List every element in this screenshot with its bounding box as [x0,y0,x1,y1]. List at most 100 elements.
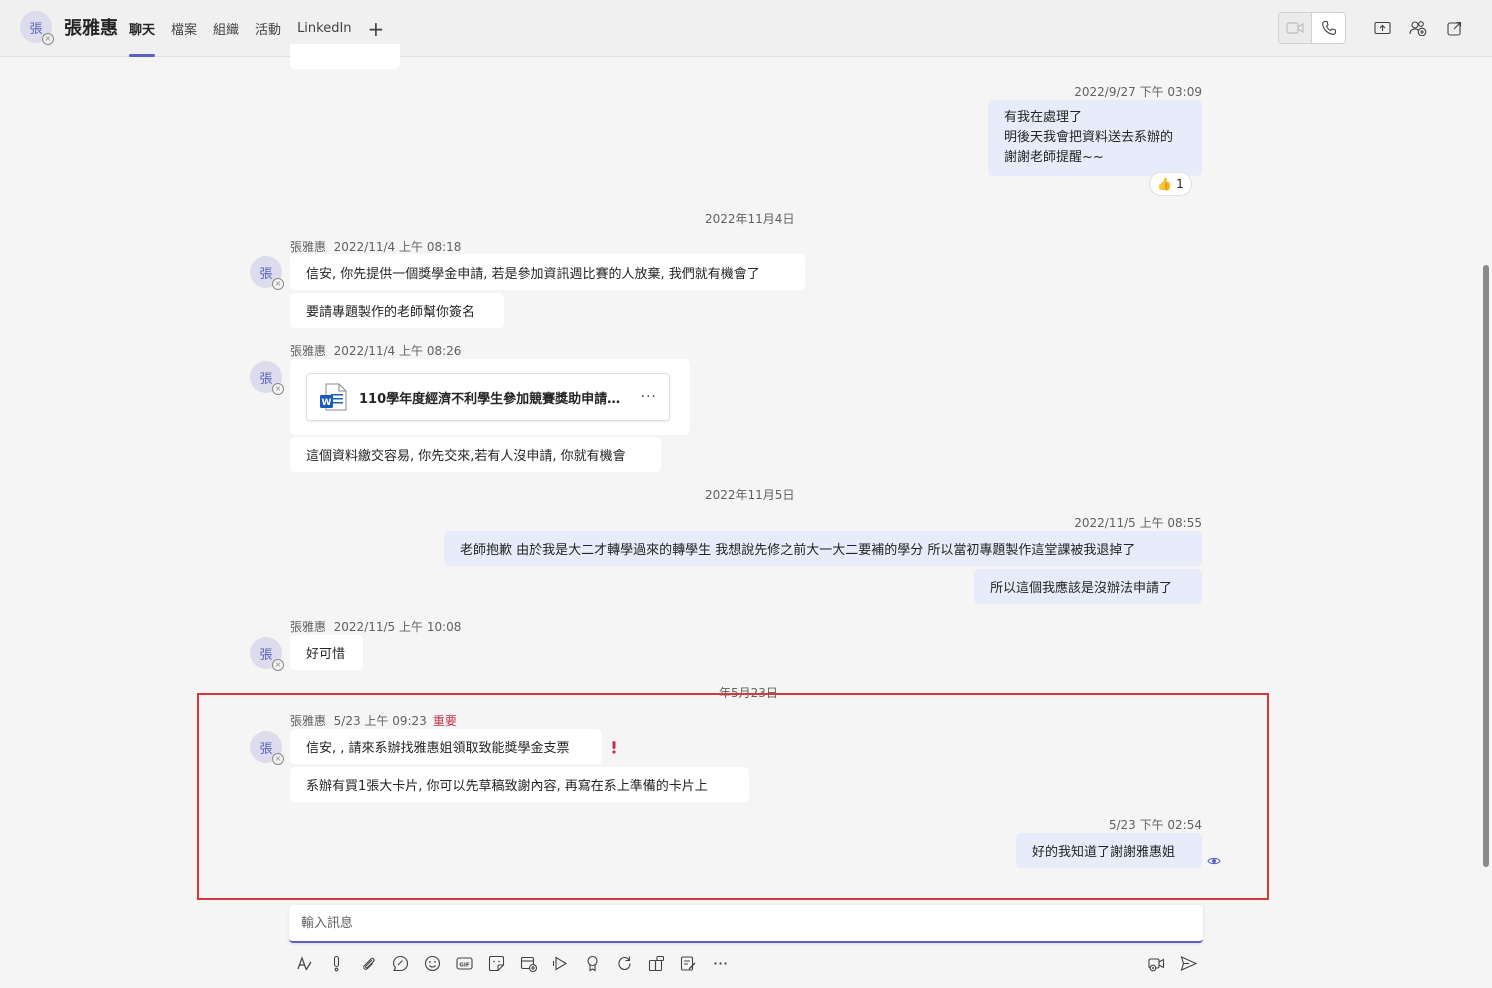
contact-name: 張雅惠 [64,18,118,39]
exclamation-icon [333,955,339,971]
chat-header: 張 × 張雅惠 聊天 檔案 組織 活動 LinkedIn + [0,0,1492,57]
my-message-bubble[interactable]: 所以這個我應該是沒辦法申請了 [974,569,1202,604]
my-message-bubble[interactable]: 好的我知道了謝謝雅惠姐 [1016,833,1202,868]
date-separator: 年5月23日 [719,686,778,700]
avatar-initial: 張 [259,741,273,757]
emoji-button[interactable] [419,950,445,976]
message-bubble[interactable]: 系辦有買1張大卡片, 你可以先草稿致謝內容, 再寫在系上準備的卡片上 [290,767,749,802]
sticker-icon [488,955,504,971]
message-timestamp: 5/23 上午 09:23 [333,714,427,728]
header-actions [1278,12,1472,44]
seen-eye-icon [1207,857,1221,865]
phone-icon [1321,20,1336,35]
message-bubble[interactable]: 這個資料繳交容易, 你先交來,若有人沒申請, 你就有機會 [290,437,661,472]
tab-chat[interactable]: 聊天 [129,0,163,57]
message-bubble[interactable]: 信安, 你先提供一個獎學金申請, 若是參加資訊週比賽的人放棄, 我們就有機會了 [290,254,805,290]
svg-text:GIF: GIF [459,962,470,968]
message-line: 謝謝老師提醒~~ [1004,150,1104,165]
stream-play-icon [552,956,567,970]
loop-component-button[interactable] [611,950,637,976]
message-header: 張雅惠 2022/11/5 上午 10:08 [290,618,461,635]
calendar-add-icon [520,956,537,972]
call-buttons [1278,12,1346,44]
avatar-initial: 張 [29,21,43,37]
message-bubble-partial [290,44,400,69]
format-pen-icon [296,955,312,970]
sticker-button[interactable] [483,950,509,976]
avatar-initial: 張 [259,266,273,282]
praise-button[interactable] [579,950,605,976]
more-options-icon[interactable]: ··· [641,389,657,405]
video-call-button[interactable] [1279,13,1312,43]
more-options-button[interactable] [707,950,733,976]
message-timestamp: 2022/11/4 上午 08:18 [333,240,462,254]
message-bubble[interactable]: 好可惜 [290,635,363,670]
message-timestamp: 2022/9/27 下午 03:09 [1074,85,1202,99]
file-message-bubble: W 110學年度經濟不利學生參加競賽獎助申請表.docx ··· [290,359,690,435]
refresh-loop-icon [617,956,631,970]
add-people-button[interactable] [1400,13,1436,43]
gif-button[interactable]: GIF [451,950,477,976]
sender-avatar[interactable]: 張 × [250,256,284,290]
send-button[interactable] [1175,950,1201,976]
message-bubble[interactable]: 信安, , 請來系辦找雅惠姐領取致能獎學金支票 [290,729,602,764]
message-bubble[interactable]: 要請專題製作的老師幫你簽名 [290,293,504,328]
format-button[interactable] [291,950,317,976]
audio-call-button[interactable] [1312,13,1345,43]
important-button[interactable] [323,950,349,976]
date-separator: 2022年11月4日 [705,212,795,226]
pop-out-icon [1446,21,1461,36]
important-exclamation-icon [612,741,616,754]
message-timestamp: 2022/11/5 上午 10:08 [333,620,462,634]
file-attachment-card[interactable]: W 110學年度經濟不利學生參加競賽獎助申請表.docx ··· [306,373,670,421]
my-message-bubble[interactable]: 有我在處理了 明後天我會把資料送去系辦的 謝謝老師提醒~~ [988,100,1202,176]
important-label: 重要 [432,714,457,728]
gif-icon: GIF [455,956,473,970]
apps-button[interactable] [643,950,669,976]
message-line: 明後天我會把資料送去系辦的 [1004,130,1174,145]
tab-files[interactable]: 檔案 [163,0,205,57]
video-camera-icon [1286,22,1304,34]
video-clip-button[interactable] [1143,950,1169,976]
sender-name: 張雅惠 [290,714,327,728]
avatar-initial: 張 [259,371,273,387]
file-name: 110學年度經濟不利學生參加競賽獎助申請表.docx [359,391,629,407]
message-header: 張雅惠 2022/11/4 上午 08:26 [290,342,461,359]
presence-offline-icon: × [272,659,284,671]
attach-button[interactable] [355,950,381,976]
tab-org[interactable]: 組織 [205,0,247,57]
loop-button[interactable] [387,950,413,976]
avatar-initial: 張 [259,647,273,663]
sender-name: 張雅惠 [290,240,327,254]
sender-avatar[interactable]: 張 × [250,731,284,765]
tab-activity[interactable]: 活動 [247,0,289,57]
stream-button[interactable] [547,950,573,976]
share-screen-icon [1373,21,1391,34]
scrollbar-thumb[interactable] [1483,265,1489,867]
message-timestamp: 2022/11/5 上午 08:55 [1074,516,1202,530]
thumbs-up-icon: 👍 [1157,177,1173,191]
loop-chat-icon [392,955,408,971]
presence-offline-icon: × [272,278,284,290]
paperclip-icon [362,957,375,970]
contact-avatar[interactable]: 張 × [20,11,54,45]
presence-offline-icon: × [272,383,284,395]
message-line: 有我在處理了 [1004,110,1083,125]
my-message-bubble[interactable]: 老師抱歉 由於我是大二才轉學過來的轉學生 我想說先修之前大一大二要補的學分 所以… [444,531,1202,566]
message-header: 張雅惠 5/23 上午 09:23 重要 [290,712,457,729]
word-document-icon: W [320,383,347,411]
pop-out-button[interactable] [1436,13,1472,43]
schedule-meeting-button[interactable] [515,950,541,976]
praise-medal-icon [586,955,598,971]
reaction-count: 1 [1176,177,1184,191]
sender-avatar[interactable]: 張 × [250,361,284,395]
send-icon [1180,955,1197,971]
share-screen-button[interactable] [1364,13,1400,43]
video-clip-icon [1147,957,1164,971]
updates-button[interactable] [675,950,701,976]
message-input[interactable] [289,905,1203,941]
message-timestamp: 2022/11/4 上午 08:26 [333,344,462,358]
message-timestamp: 5/23 下午 02:54 [1108,818,1202,832]
sender-avatar[interactable]: 張 × [250,637,284,671]
reaction-like[interactable]: 👍 1 [1149,172,1192,196]
